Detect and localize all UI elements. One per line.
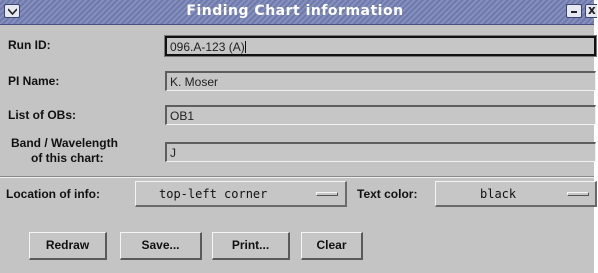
- obs-list-field[interactable]: OB1: [165, 105, 596, 125]
- obs-list-label: List of OBs:: [8, 108, 76, 122]
- separator: [0, 176, 594, 178]
- option-menu-indicator-icon: [316, 192, 338, 196]
- run-id-field[interactable]: 096.A-123 (A): [164, 35, 597, 57]
- text-color-option-menu[interactable]: black: [435, 181, 597, 207]
- run-id-label: Run ID:: [8, 38, 51, 52]
- option-menu-indicator-icon: [567, 192, 589, 196]
- close-button[interactable]: x: [585, 4, 597, 18]
- text-cursor: [244, 41, 246, 53]
- band-field[interactable]: J: [165, 142, 596, 162]
- location-label: Location of info:: [6, 187, 100, 201]
- close-icon: x: [588, 4, 596, 17]
- save-button[interactable]: Save...: [120, 232, 202, 260]
- clear-button[interactable]: Clear: [301, 232, 363, 260]
- title-bar[interactable]: Finding Chart information x: [0, 0, 597, 25]
- redraw-button[interactable]: Redraw: [29, 232, 107, 260]
- text-color-value: black: [480, 187, 517, 201]
- location-option-menu[interactable]: top-left corner: [135, 181, 347, 207]
- location-value: top-left corner: [159, 187, 268, 201]
- pi-name-field[interactable]: K. Moser: [165, 71, 596, 91]
- chevron-down-icon: [8, 8, 17, 15]
- print-button[interactable]: Print...: [212, 232, 290, 260]
- pi-name-label: PI Name:: [8, 74, 60, 88]
- finding-chart-window: Finding Chart information x Run ID: 096.…: [0, 0, 597, 273]
- band-label-line1: Band / Wavelength: [11, 136, 118, 150]
- window-menu-button[interactable]: [4, 4, 20, 18]
- minimize-button[interactable]: [566, 4, 582, 18]
- run-id-value: 096.A-123 (A): [170, 40, 245, 54]
- band-label-line2: of this chart:: [31, 151, 104, 165]
- text-color-label: Text color:: [357, 187, 418, 201]
- window-title: Finding Chart information: [186, 3, 404, 19]
